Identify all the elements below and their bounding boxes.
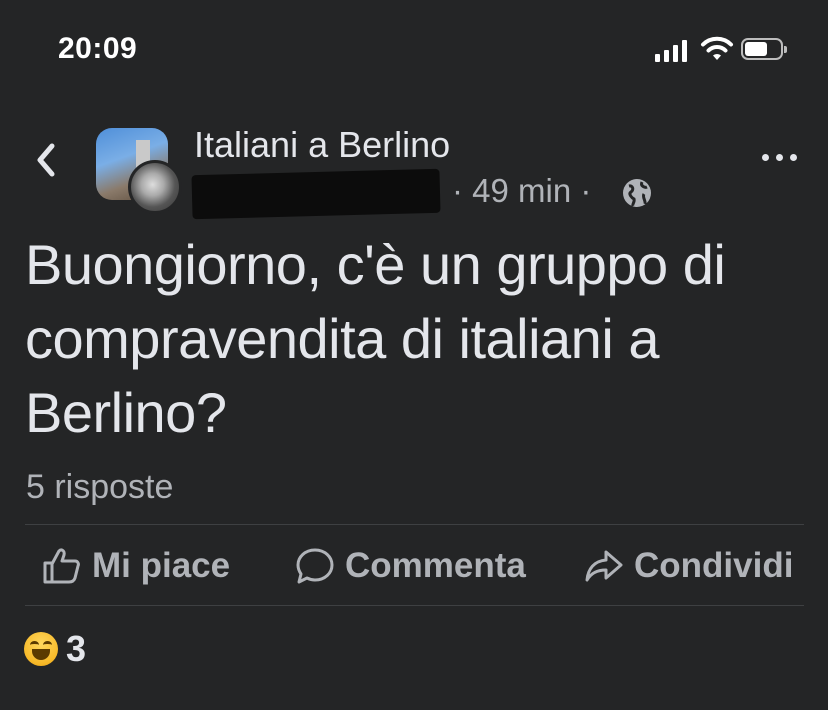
share-label: Condividi xyxy=(634,546,794,585)
comment-bubble-icon xyxy=(296,548,334,584)
group-name[interactable]: Italiani a Berlino xyxy=(194,124,450,166)
chevron-left-icon[interactable] xyxy=(32,140,60,180)
reactions-summary[interactable]: 3 xyxy=(24,628,86,670)
share-button[interactable]: Condividi xyxy=(584,540,793,592)
wifi-icon xyxy=(701,36,733,60)
haha-reaction-icon xyxy=(24,632,58,666)
redacted-author-name xyxy=(191,168,441,220)
comment-button[interactable]: Commenta xyxy=(295,540,526,592)
share-arrow-icon xyxy=(585,550,623,582)
like-button[interactable]: Mi piace xyxy=(42,540,230,592)
battery-icon xyxy=(741,38,787,62)
replies-count[interactable]: 5 risposte xyxy=(26,468,173,507)
like-label: Mi piace xyxy=(92,546,231,585)
divider xyxy=(25,524,804,525)
post-timestamp: · 49 min · xyxy=(452,172,592,209)
post-text: Buongiorno, c'è un gruppo di compravendi… xyxy=(25,233,726,444)
comment-label: Commenta xyxy=(345,546,526,585)
cellular-signal-icon xyxy=(655,38,689,62)
divider xyxy=(25,605,804,606)
user-avatar[interactable] xyxy=(128,160,182,214)
status-time: 20:09 xyxy=(58,32,138,65)
more-options-icon[interactable] xyxy=(762,150,798,166)
globe-icon xyxy=(623,179,651,207)
reaction-count: 3 xyxy=(66,628,87,669)
thumbs-up-icon xyxy=(43,548,80,584)
